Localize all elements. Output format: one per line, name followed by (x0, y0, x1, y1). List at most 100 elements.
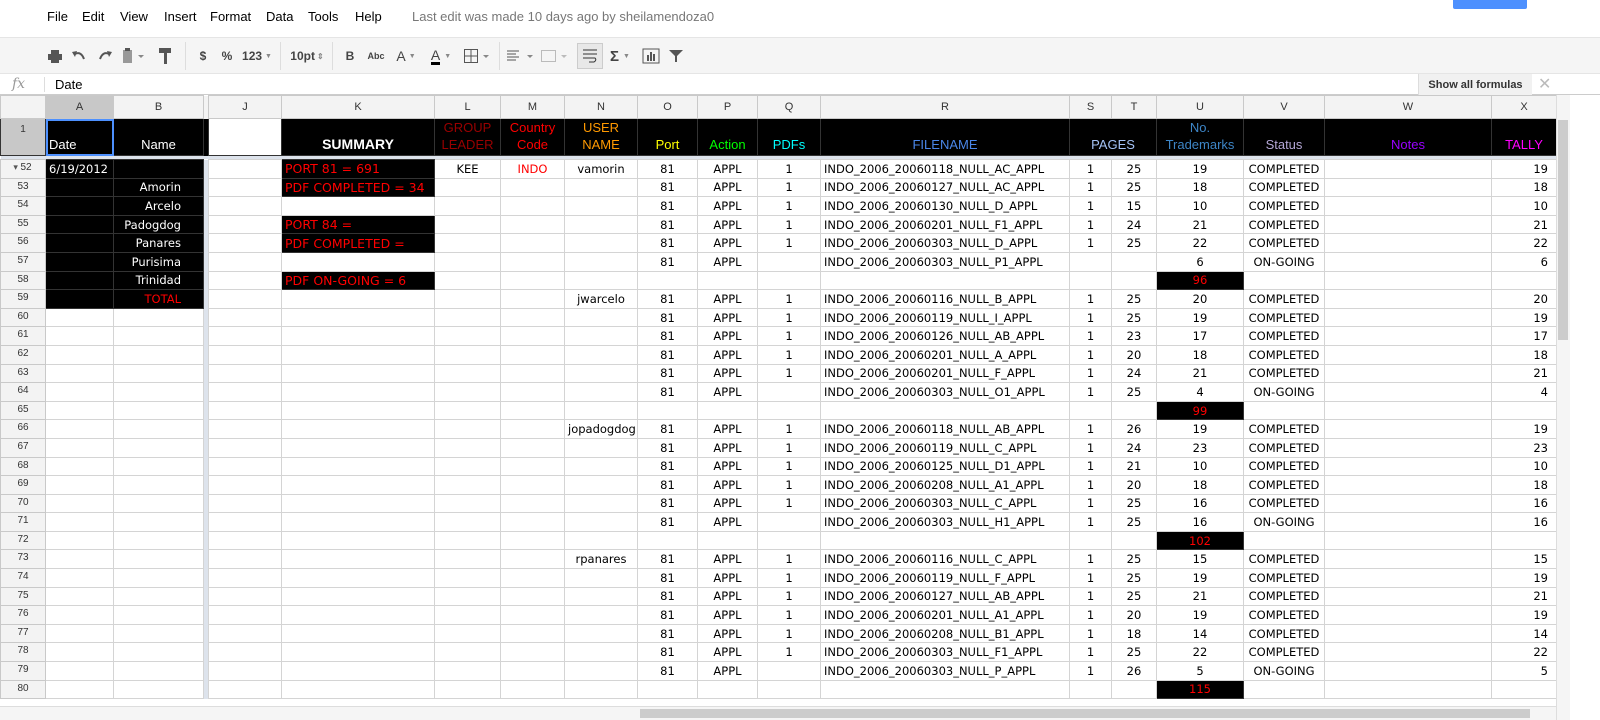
cell-j52[interactable] (208, 159, 282, 179)
cell-a62[interactable] (45, 344, 114, 365)
cell-m61[interactable] (500, 326, 565, 346)
cell-q59[interactable]: 1 (757, 289, 821, 309)
cell-p57[interactable]: APPL (697, 251, 758, 272)
cell-b68[interactable] (113, 456, 204, 477)
cell-p74[interactable]: APPL (697, 568, 758, 588)
cell-v58[interactable] (1243, 270, 1325, 291)
cell-n55[interactable] (564, 214, 638, 235)
cell-q70[interactable]: 1 (757, 493, 821, 514)
column-header-r[interactable]: R (820, 95, 1070, 119)
cell-n65[interactable] (564, 400, 638, 421)
cell-l67[interactable] (434, 437, 501, 458)
show-all-formulas-button[interactable]: Show all formulas (1418, 74, 1532, 95)
cell-b77[interactable] (113, 623, 204, 644)
cell-s54[interactable]: 1 (1069, 196, 1112, 216)
cell-q72[interactable] (757, 530, 821, 551)
cell-p54[interactable]: APPL (697, 196, 758, 216)
cell-u57[interactable]: 6 (1156, 251, 1244, 272)
cell-s64[interactable]: 1 (1069, 382, 1112, 402)
cell-n63[interactable] (564, 363, 638, 384)
cell-v64[interactable]: ON-GOING (1243, 382, 1325, 402)
cell-s53[interactable]: 1 (1069, 177, 1112, 198)
cell-b74[interactable] (113, 568, 204, 588)
menu-format[interactable]: Format (210, 9, 251, 24)
cell-x79[interactable]: 5 (1491, 661, 1557, 681)
header-group-leader[interactable]: GROUP LEADER (434, 118, 501, 156)
column-header-o[interactable]: O (637, 95, 698, 119)
cell-r72[interactable] (820, 530, 1070, 551)
cell-m59[interactable] (500, 289, 565, 309)
number-format-dropdown[interactable]: 123 ▼ (241, 46, 273, 66)
cell-s61[interactable]: 1 (1069, 326, 1112, 346)
cell-a80[interactable] (45, 679, 114, 700)
cell-t52[interactable]: 25 (1111, 159, 1157, 179)
cell-n61[interactable] (564, 326, 638, 346)
cell-q71[interactable] (757, 512, 821, 532)
cell-s77[interactable]: 1 (1069, 623, 1112, 644)
bold-button[interactable]: B (342, 46, 358, 66)
cell-l74[interactable] (434, 568, 501, 588)
cell-v66[interactable]: COMPLETED (1243, 419, 1325, 439)
cell-l80[interactable] (434, 679, 501, 700)
cell-j65[interactable] (208, 400, 282, 421)
cell-n60[interactable] (564, 307, 638, 328)
row-header[interactable]: 65 (0, 400, 46, 421)
cell-p70[interactable]: APPL (697, 493, 758, 514)
cell-l56[interactable] (434, 233, 501, 253)
cell-x60[interactable]: 19 (1491, 307, 1557, 328)
cell-a70[interactable] (45, 493, 114, 514)
header-filename[interactable]: FILENAME (820, 118, 1070, 156)
cell-v78[interactable]: COMPLETED (1243, 642, 1325, 663)
row-header[interactable]: 67 (0, 437, 46, 458)
column-header-p[interactable]: P (697, 95, 758, 119)
row-header[interactable]: 1 (0, 118, 46, 156)
column-header-l[interactable]: L (434, 95, 501, 119)
cell-p80[interactable] (697, 679, 758, 700)
cell-x52[interactable]: 19 (1491, 159, 1557, 179)
cell-t68[interactable]: 21 (1111, 456, 1157, 477)
cell-k53[interactable]: PDF COMPLETED = 34 (281, 177, 435, 198)
cell-q57[interactable] (757, 251, 821, 272)
cell-j76[interactable] (208, 605, 282, 625)
header-name[interactable]: Name (113, 118, 204, 156)
cell-t60[interactable]: 25 (1111, 307, 1157, 328)
cell-k54[interactable] (281, 196, 435, 216)
cell-a61[interactable] (45, 326, 114, 346)
cell-r74[interactable]: INDO_2006_20060119_NULL_F_APPL (820, 568, 1070, 588)
header-user-name[interactable]: USER NAME (564, 118, 638, 156)
header-action[interactable]: Action (697, 118, 758, 156)
cell-j66[interactable] (208, 419, 282, 439)
cell-l62[interactable] (434, 344, 501, 365)
cell-s72[interactable] (1069, 530, 1112, 551)
cell-a55[interactable] (45, 214, 114, 235)
cell-w69[interactable] (1324, 475, 1492, 495)
cell-v74[interactable]: COMPLETED (1243, 568, 1325, 588)
cell-t57[interactable] (1111, 251, 1157, 272)
cell-q77[interactable]: 1 (757, 623, 821, 644)
cell-q79[interactable] (757, 661, 821, 681)
cell-r60[interactable]: INDO_2006_20060119_NULL_I_APPL (820, 307, 1070, 328)
cell-v61[interactable]: COMPLETED (1243, 326, 1325, 346)
cell-m75[interactable] (500, 586, 565, 607)
cell-r68[interactable]: INDO_2006_20060125_NULL_D1_APPL (820, 456, 1070, 477)
cell-u69[interactable]: 18 (1156, 475, 1244, 495)
cell-j64[interactable] (208, 382, 282, 402)
cell-n67[interactable] (564, 437, 638, 458)
cell-b65[interactable] (113, 400, 204, 421)
row-header[interactable]: 53 (0, 177, 46, 198)
cell-t65[interactable] (1111, 400, 1157, 421)
cell-x66[interactable]: 19 (1491, 419, 1557, 439)
align-dropdown[interactable] (506, 46, 536, 66)
cell-b76[interactable] (113, 605, 204, 625)
cell-k62[interactable] (281, 344, 435, 365)
cell-v57[interactable]: ON-GOING (1243, 251, 1325, 272)
cell-q56[interactable]: 1 (757, 233, 821, 253)
cell-r69[interactable]: INDO_2006_20060208_NULL_A1_APPL (820, 475, 1070, 495)
cell-k52[interactable]: PORT 81 = 691 (281, 159, 435, 179)
cell-s73[interactable]: 1 (1069, 549, 1112, 570)
cell-x80[interactable] (1491, 679, 1557, 700)
cell-a77[interactable] (45, 623, 114, 644)
cell-u72[interactable]: 102 (1156, 530, 1244, 551)
cell-j77[interactable] (208, 623, 282, 644)
cell-s58[interactable] (1069, 270, 1112, 291)
